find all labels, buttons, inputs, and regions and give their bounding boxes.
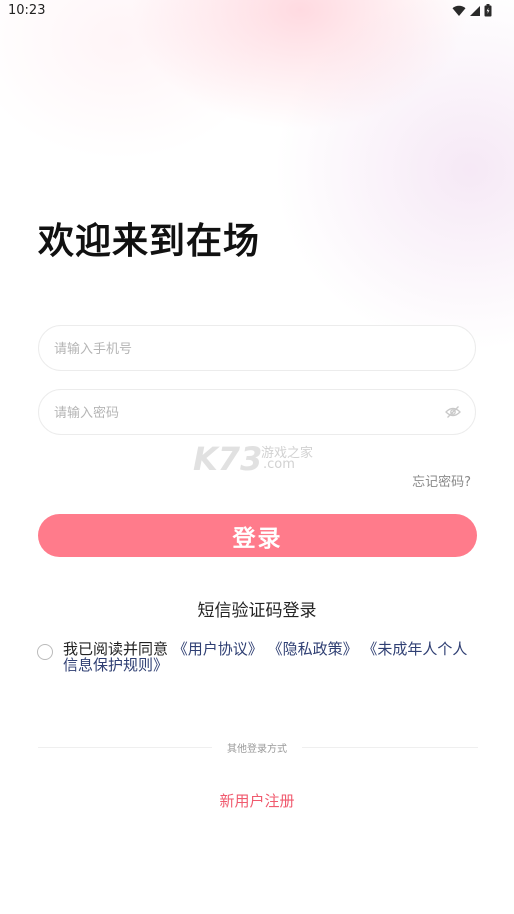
status-time: 10:23 bbox=[8, 3, 46, 18]
forgot-password-link[interactable]: 忘记密码? bbox=[412, 471, 471, 490]
agreement-text: 我已阅读并同意 《用户协议》 《隐私政策》 《未成年人个人信息保护规则》 bbox=[63, 641, 473, 673]
sms-login-link[interactable]: 短信验证码登录 bbox=[0, 596, 514, 621]
watermark-k73: K73 bbox=[193, 440, 263, 478]
signal-icon bbox=[470, 5, 480, 16]
agreement-checkbox[interactable] bbox=[37, 644, 53, 660]
eye-off-icon[interactable] bbox=[445, 405, 461, 419]
watermark-logo: K73 游戏之家 .com bbox=[193, 440, 323, 478]
battery-icon bbox=[484, 4, 492, 17]
privacy-policy-link[interactable]: 《隐私政策》 bbox=[268, 640, 358, 658]
login-screen: 10:23 欢迎来到在场 K73 游戏之家 .com bbox=[0, 0, 514, 914]
user-agreement-link[interactable]: 《用户协议》 bbox=[173, 640, 263, 658]
phone-field[interactable] bbox=[38, 325, 476, 372]
status-bar: 10:23 bbox=[0, 0, 514, 22]
page-title: 欢迎来到在场 bbox=[38, 221, 261, 262]
password-input[interactable] bbox=[52, 390, 436, 436]
watermark-domain: .com bbox=[263, 457, 295, 472]
status-icons bbox=[452, 4, 492, 17]
register-link[interactable]: 新用户注册 bbox=[0, 790, 514, 811]
phone-input[interactable] bbox=[52, 326, 436, 372]
divider-right bbox=[302, 747, 478, 748]
wifi-icon bbox=[452, 5, 466, 16]
login-button[interactable]: 登录 bbox=[38, 514, 477, 557]
password-field[interactable] bbox=[38, 389, 476, 436]
